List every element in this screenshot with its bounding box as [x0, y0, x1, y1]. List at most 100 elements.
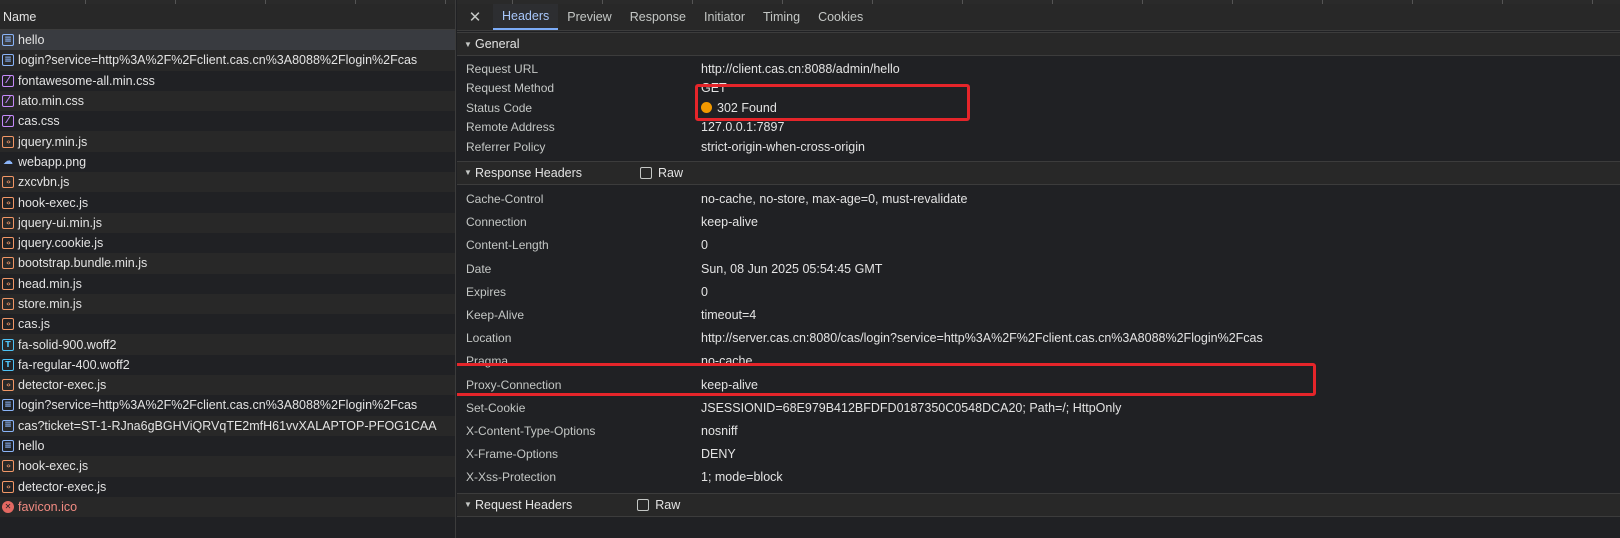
request-name: favicon.ico — [18, 499, 78, 514]
request-row[interactable]: lato.min.css — [0, 90, 455, 112]
request-name: hello — [18, 439, 45, 454]
header-row[interactable]: X-Xss-Protection 1; mode=block — [457, 466, 1620, 489]
stylesheet-icon — [2, 74, 14, 87]
header-name: Request URL — [466, 61, 539, 76]
header-row[interactable]: Date Sun, 08 Jun 2025 05:54:45 GMT — [457, 257, 1620, 280]
request-row[interactable]: fa-solid-900.woff2 — [0, 334, 455, 355]
script-icon — [2, 176, 14, 189]
request-row[interactable]: cas?ticket=ST-1-RJna6gBGHViQRVqTE2mfH61v… — [0, 415, 455, 436]
request-row[interactable]: fontawesome-all.min.css — [0, 71, 455, 91]
request-headers-title: Request Headers — [475, 497, 573, 512]
request-row[interactable]: cas.js — [0, 314, 455, 334]
header-name: Pragma — [466, 354, 509, 369]
tab-cookies[interactable]: Cookies — [809, 4, 872, 30]
header-value: JSESSIONID=68E979B412BFDFD0187350C0548DC… — [701, 400, 1122, 415]
general-section-title: General — [475, 37, 520, 51]
request-row[interactable]: detector-exec.js — [0, 477, 455, 497]
header-row[interactable]: Proxy-Connection keep-alive — [457, 373, 1620, 396]
header-value: GET — [701, 81, 727, 96]
request-name: fa-solid-900.woff2 — [18, 337, 117, 352]
header-row[interactable]: Cache-Control no-cache, no-store, max-age… — [457, 188, 1620, 211]
close-icon[interactable]: ✕ — [457, 4, 493, 30]
header-name: Expires — [466, 284, 507, 299]
request-name: cas.js — [18, 317, 50, 332]
script-icon — [2, 460, 14, 473]
request-row[interactable]: hello — [0, 436, 455, 456]
response-headers-section-header[interactable]: ▼ Response Headers Raw — [457, 160, 1620, 185]
request-name: jquery-ui.min.js — [18, 215, 103, 230]
header-row[interactable]: Pragma no-cache — [457, 350, 1620, 373]
request-row[interactable]: hook-exec.js — [0, 192, 455, 212]
script-icon — [2, 135, 14, 148]
request-row[interactable]: jquery.min.js — [0, 131, 455, 152]
request-row[interactable]: webapp.png — [0, 152, 455, 172]
header-name: X-Frame-Options — [466, 447, 559, 462]
request-row[interactable]: hook-exec.js — [0, 456, 455, 477]
header-row[interactable]: Request Method GET — [457, 79, 1620, 99]
header-row[interactable]: Keep-Alive timeout=4 — [457, 303, 1620, 326]
header-row[interactable]: Connection keep-alive — [457, 211, 1620, 234]
tab-timing[interactable]: Timing — [754, 4, 809, 30]
request-name: fontawesome-all.min.css — [18, 73, 155, 88]
raw-checkbox[interactable] — [640, 166, 653, 179]
request-row[interactable]: detector-exec.js — [0, 375, 455, 396]
header-row[interactable]: Request URL http://client.cas.cn:8088/adm… — [457, 59, 1620, 79]
header-value: http://client.cas.cn:8088/admin/hello — [701, 61, 900, 76]
tab-headers[interactable]: Headers — [493, 4, 559, 30]
error-icon — [2, 500, 14, 513]
general-section-header[interactable]: ▼ General — [457, 32, 1620, 56]
response-headers-title: Response Headers — [475, 165, 583, 180]
request-row[interactable]: favicon.ico — [0, 496, 455, 518]
general-rows: Request URL http://client.cas.cn:8088/adm… — [457, 56, 1620, 161]
request-row[interactable]: bootstrap.bundle.min.js — [0, 253, 455, 274]
stylesheet-icon — [2, 95, 14, 108]
name-column-header[interactable]: Name — [0, 4, 455, 30]
raw-label: Raw — [655, 497, 681, 512]
request-list-pane: Name hello login?service=http%3A%2F%2Fcli… — [0, 0, 456, 538]
header-value: Sun, 08 Jun 2025 05:54:45 GMT — [701, 261, 883, 276]
tab-initiator[interactable]: Initiator — [695, 4, 754, 30]
request-name: bootstrap.bundle.min.js — [18, 256, 148, 271]
header-name: Connection — [466, 215, 527, 230]
request-row[interactable]: store.min.js — [0, 293, 455, 315]
request-row[interactable]: head.min.js — [0, 274, 455, 294]
header-row[interactable]: Expires 0 — [457, 280, 1620, 303]
header-row[interactable]: Location http://server.cas.cn:8080/cas/lo… — [457, 327, 1620, 350]
request-name: hook-exec.js — [18, 459, 89, 474]
request-row[interactable]: zxcvbn.js — [0, 172, 455, 193]
header-row[interactable]: X-Frame-Options DENY — [457, 443, 1620, 466]
header-row[interactable]: Status Code 302 Found — [457, 98, 1620, 118]
header-name: Cache-Control — [466, 192, 544, 207]
script-icon — [2, 480, 14, 493]
request-name: detector-exec.js — [18, 378, 107, 393]
document-icon — [2, 399, 14, 412]
header-row[interactable]: Remote Address 127.0.0.1:7897 — [457, 118, 1620, 138]
tab-response[interactable]: Response — [621, 4, 695, 30]
request-row[interactable]: hello — [0, 30, 455, 51]
request-row[interactable]: fa-regular-400.woff2 — [0, 355, 455, 375]
header-value: 302 Found — [717, 100, 777, 115]
raw-checkbox[interactable] — [637, 498, 650, 511]
image-icon — [2, 156, 14, 168]
request-row[interactable]: login?service=http%3A%2F%2Fclient.cas.cn… — [0, 50, 455, 71]
headers-panel: ▼ General Request URL http://client.cas.c… — [457, 32, 1620, 538]
request-name: login?service=http%3A%2F%2Fclient.cas.cn… — [18, 53, 418, 68]
document-icon — [2, 54, 14, 67]
request-row[interactable]: cas.css — [0, 111, 455, 131]
request-details-pane: ✕ Headers Preview Response Initiator Timing C… — [457, 0, 1620, 538]
request-headers-section-header[interactable]: ▼ Request Headers Raw — [457, 492, 1620, 517]
raw-label: Raw — [658, 165, 684, 180]
document-icon — [2, 440, 14, 453]
request-name: lato.min.css — [18, 94, 84, 109]
caret-down-icon: ▼ — [464, 39, 472, 49]
request-name: fa-regular-400.woff2 — [18, 357, 130, 372]
header-row[interactable]: X-Content-Type-Options nosniff — [457, 419, 1620, 442]
request-row[interactable]: jquery.cookie.js — [0, 233, 455, 253]
header-row[interactable]: Referrer Policy strict-origin-when-cross-… — [457, 137, 1620, 157]
header-row[interactable]: Set-Cookie JSESSIONID=68E979B412BFDFD0187… — [457, 396, 1620, 419]
header-row[interactable]: Content-Length 0 — [457, 234, 1620, 257]
request-row[interactable]: jquery-ui.min.js — [0, 212, 455, 233]
request-row[interactable]: login?service=http%3A%2F%2Fclient.cas.cn… — [0, 395, 455, 415]
script-icon — [2, 237, 14, 250]
tab-preview[interactable]: Preview — [558, 4, 620, 30]
